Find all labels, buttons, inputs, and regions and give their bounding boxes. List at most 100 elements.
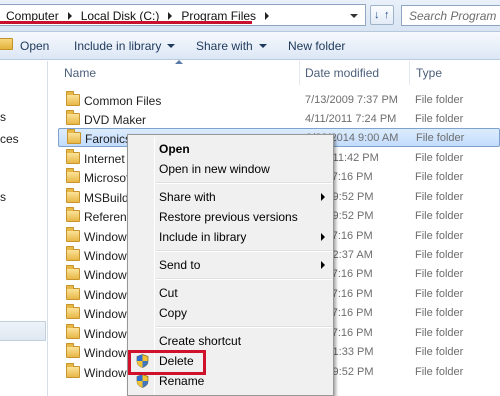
file-type: File folder <box>415 346 464 358</box>
file-name: Windows <box>84 307 133 321</box>
folder-icon <box>66 227 80 242</box>
command-toolbar: Open Include in library Share with New f… <box>0 32 500 60</box>
context-menu-item-copy[interactable]: Copy <box>130 303 332 323</box>
context-menu-item-share-with[interactable]: Share with <box>130 187 332 207</box>
column-divider[interactable] <box>409 61 410 85</box>
context-menu-item-open[interactable]: Open <box>130 139 332 159</box>
file-type: File folder <box>415 113 464 125</box>
file-type: File folder <box>415 366 464 378</box>
context-menu-separator <box>156 250 332 252</box>
context-menu-item-include-in-library[interactable]: Include in library <box>130 227 332 247</box>
nav-item-selected[interactable] <box>0 321 46 341</box>
context-menu-label: Rename <box>159 374 205 388</box>
context-menu-label: Copy <box>159 306 188 320</box>
sort-ascending-icon <box>175 60 183 64</box>
folder-icon <box>66 324 80 339</box>
share-with-button[interactable]: Share with <box>196 39 267 53</box>
submenu-arrow-icon <box>321 261 325 269</box>
breadcrumb-separator-icon[interactable] <box>168 12 173 20</box>
folder-icon <box>66 188 80 203</box>
delete-highlight-box <box>128 350 206 375</box>
column-header-name[interactable]: Name <box>64 66 96 80</box>
file-type: File folder <box>415 249 464 261</box>
file-date: 4/11/2011 7:24 PM <box>305 113 397 125</box>
address-history-dropdown-icon[interactable] <box>350 14 358 18</box>
submenu-arrow-icon <box>321 193 325 201</box>
file-name: Windows <box>84 249 133 263</box>
context-menu-label: Create shortcut <box>159 334 242 348</box>
file-type: File folder <box>415 94 464 106</box>
context-menu: Open Open in new window Share with Resto… <box>127 134 334 396</box>
include-in-library-button[interactable]: Include in library <box>74 39 176 53</box>
folder-icon <box>66 91 80 106</box>
file-type: File folder <box>415 307 464 319</box>
context-menu-label: Share with <box>159 190 216 204</box>
column-divider[interactable] <box>299 61 300 85</box>
column-header-type[interactable]: Type <box>416 66 442 80</box>
column-header-date-modified[interactable]: Date modified <box>305 66 379 80</box>
file-type: File folder <box>415 191 464 203</box>
folder-icon <box>67 129 81 144</box>
context-menu-item-cut[interactable]: Cut <box>130 283 332 303</box>
context-menu-label: Open <box>159 142 190 156</box>
folder-icon <box>66 285 80 300</box>
file-type: File folder <box>415 268 464 280</box>
file-type: File folder <box>415 230 464 242</box>
address-bar[interactable]: Computer Local Disk (C:) Program Files <box>0 4 366 26</box>
search-box[interactable] <box>401 5 500 26</box>
file-type: File folder <box>415 327 464 339</box>
context-menu-label: Send to <box>159 258 201 272</box>
file-name: Common Files <box>84 94 162 108</box>
file-name: Windows <box>84 268 133 282</box>
chevron-down-icon <box>167 44 176 48</box>
file-name: Windows <box>84 327 133 341</box>
file-name: DVD Maker <box>84 113 147 127</box>
breadcrumb-separator-icon[interactable] <box>67 12 72 20</box>
nav-item[interactable]: s <box>0 110 48 124</box>
file-name: Windows <box>84 346 133 360</box>
folder-icon <box>66 363 80 378</box>
folder-icon <box>66 110 80 125</box>
chevron-down-icon <box>258 44 267 48</box>
folder-icon <box>66 207 80 222</box>
include-in-library-label: Include in library <box>74 39 162 53</box>
context-menu-item-create-shortcut[interactable]: Create shortcut <box>130 331 332 351</box>
breadcrumb-highlight-underline <box>0 21 252 24</box>
context-menu-item-restore-previous-versions[interactable]: Restore previous versions <box>130 207 332 227</box>
context-menu-separator <box>156 278 332 280</box>
file-row[interactable]: DVD Maker 4/11/2011 7:24 PM File folder <box>49 110 500 129</box>
breadcrumb-separator-icon[interactable] <box>265 12 270 20</box>
refresh-button[interactable]: ↓ ↑ <box>370 5 394 25</box>
file-type: File folder <box>415 288 464 300</box>
new-folder-button[interactable]: New folder <box>288 39 345 53</box>
uac-shield-icon <box>136 374 149 388</box>
refresh-arrow-icon: ↑ <box>384 9 390 21</box>
context-menu-label: Cut <box>159 286 178 300</box>
context-menu-separator <box>156 182 332 184</box>
search-input[interactable] <box>402 6 500 25</box>
file-type: File folder <box>415 210 464 222</box>
file-name: Windows <box>84 288 133 302</box>
nav-item[interactable]: s <box>0 190 48 204</box>
folder-open-icon <box>0 38 13 50</box>
nav-item[interactable]: ces <box>0 132 48 146</box>
refresh-arrow-icon: ↓ <box>374 9 380 21</box>
folder-icon <box>66 246 80 261</box>
file-type: File folder <box>416 132 465 144</box>
context-menu-separator <box>156 326 332 328</box>
context-menu-item-open-new-window[interactable]: Open in new window <box>130 159 332 179</box>
file-type: File folder <box>415 152 464 164</box>
folder-icon <box>66 304 80 319</box>
context-menu-label: Open in new window <box>159 162 270 176</box>
context-menu-label: Restore previous versions <box>159 210 298 224</box>
file-row[interactable]: Common Files 7/13/2009 7:37 PM File fold… <box>49 91 500 110</box>
folder-icon <box>66 343 80 358</box>
navigation-pane[interactable]: s ces s <box>0 61 48 396</box>
file-type: File folder <box>415 171 464 183</box>
file-name: MSBuild <box>84 191 129 205</box>
folder-icon <box>66 168 80 183</box>
submenu-arrow-icon <box>321 233 325 241</box>
share-with-label: Share with <box>196 39 253 53</box>
context-menu-item-send-to[interactable]: Send to <box>130 255 332 275</box>
open-button[interactable]: Open <box>20 39 49 53</box>
